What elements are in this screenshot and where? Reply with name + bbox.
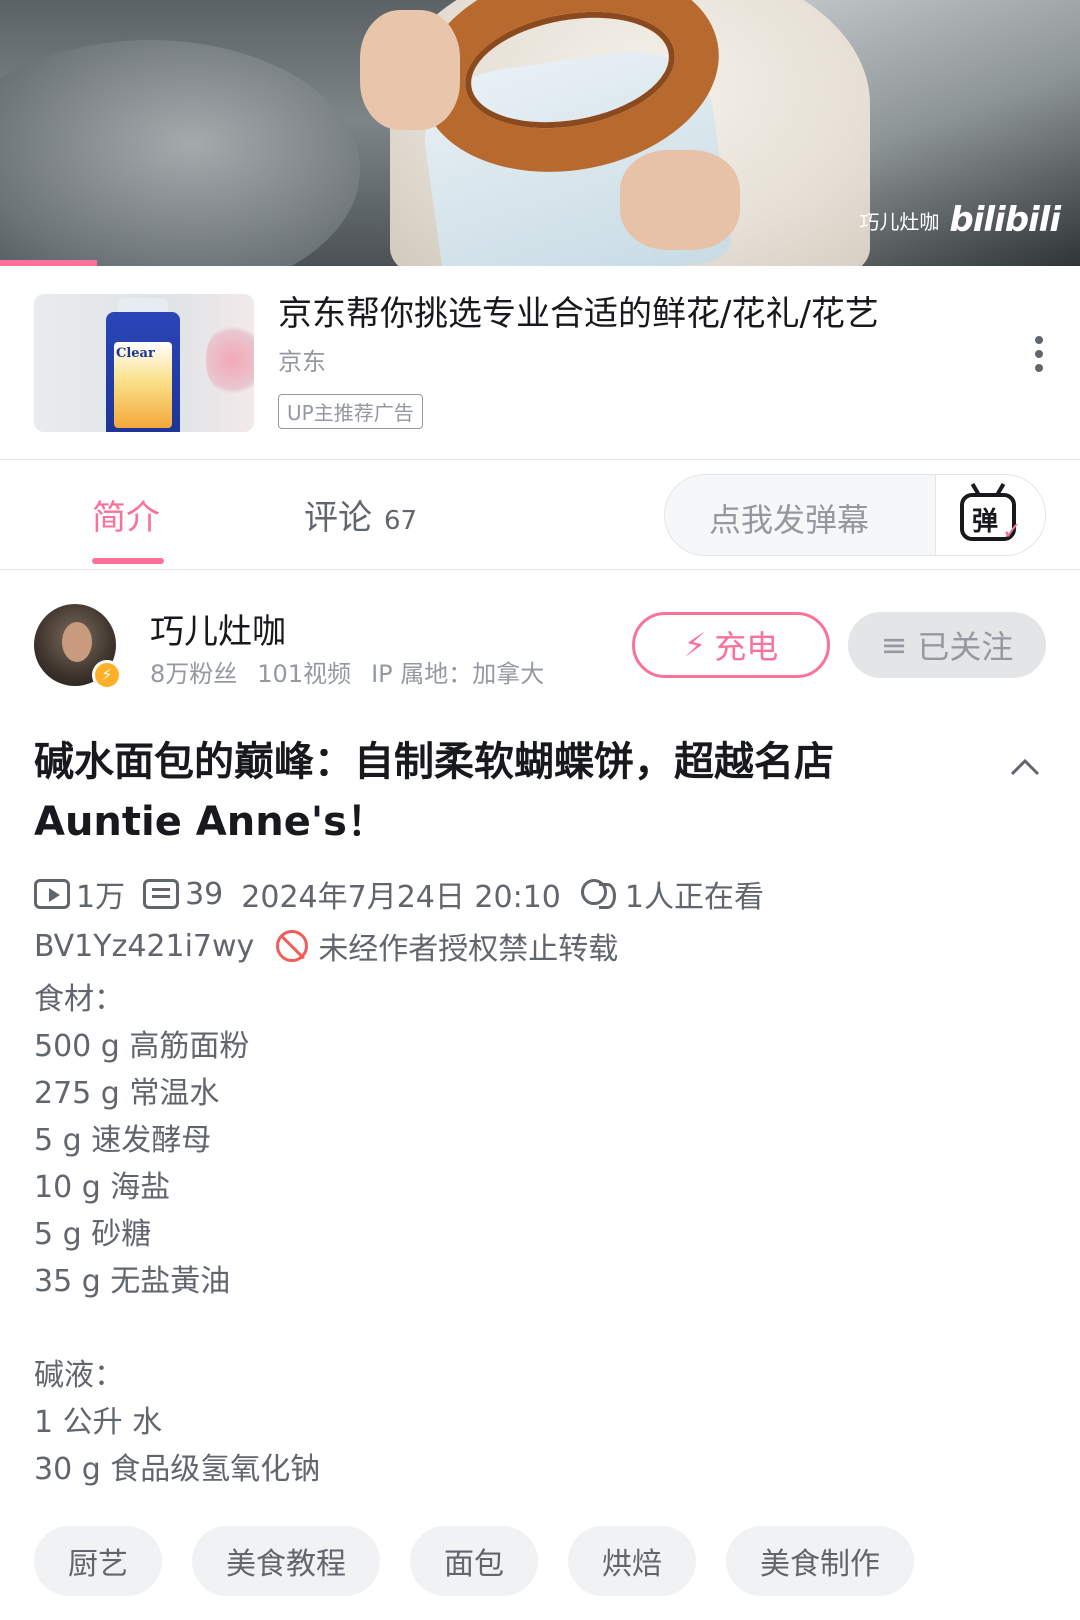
no-repost-notice: 未经作者授权禁止转载 — [276, 924, 618, 968]
watching-now: 1人正在看 — [579, 872, 764, 916]
comments-count: 67 — [384, 506, 418, 536]
description-line: 275 g 常温水 — [34, 1076, 220, 1111]
danmaku-count-value: 39 — [185, 876, 224, 912]
tab-intro[interactable]: 简介 — [92, 490, 164, 564]
description-line: 500 g 高筋面粉 — [34, 1029, 250, 1064]
tab-intro-label: 简介 — [92, 498, 160, 538]
uploader-fans: 8万粉丝 — [150, 660, 238, 688]
danmaku-toggle-button[interactable]: 弹 ✓ — [935, 475, 1045, 555]
uploader-name[interactable]: 巧儿灶咖 — [150, 604, 286, 653]
description-line: 碱液： — [34, 1358, 124, 1393]
ad-thumbnail[interactable]: Clear — [34, 294, 254, 432]
ad-thumbnail-text: Clear — [116, 346, 155, 361]
uploader-videos: 101视频 — [257, 660, 352, 688]
description-line: 5 g 砂糖 — [34, 1217, 152, 1252]
uploader-meta: 8万粉丝 101视频 IP 属地：加拿大 — [150, 654, 544, 689]
danmaku-count: 39 — [143, 877, 223, 912]
tab-comments[interactable]: 评论 67 — [304, 490, 417, 539]
tag-chip[interactable]: 烘焙 — [568, 1526, 696, 1596]
bilibili-logo: bilibili — [949, 200, 1061, 240]
tag-chip[interactable]: 美食制作 — [726, 1526, 914, 1596]
video-title: 碱水面包的巅峰：自制柔软蝴蝶饼，超越名店 Auntie Anne's！ — [34, 739, 834, 845]
video-stats: 1万 39 2024年7月24日 20:10 1人正在看 — [34, 872, 764, 916]
description-line: 35 g 无盐黃油 — [34, 1264, 231, 1299]
description-line: 食材： — [34, 982, 124, 1017]
video-player[interactable]: 巧儿灶咖 bilibili — [0, 0, 1080, 266]
danmaku-icon-char: 弹 — [972, 507, 999, 537]
ad-tag: UP主推荐广告 — [278, 394, 423, 429]
watermark-uploader: 巧儿灶咖 — [859, 209, 940, 234]
forbidden-icon — [276, 930, 309, 962]
people-icon — [579, 879, 619, 909]
flowers-shape — [206, 320, 254, 400]
play-count-icon — [34, 879, 70, 909]
avatar-face-shape — [62, 622, 92, 662]
description-line: 30 g 食品级氢氧化钠 — [34, 1452, 321, 1487]
danmaku-tv-icon: 弹 ✓ — [960, 482, 1022, 545]
description-line: 1 公升 水 — [34, 1405, 163, 1440]
tag-list: 厨艺 美食教程 面包 烘焙 美食制作 — [34, 1526, 914, 1596]
publish-date: 2024年7月24日 20:10 — [241, 880, 561, 915]
follow-label: 已关注 — [917, 628, 1014, 666]
charge-button[interactable]: ⚡ 充电 — [632, 612, 830, 678]
video-description: 食材： 500 g 高筋面粉 275 g 常温水 5 g 速发酵母 10 g 海… — [34, 976, 320, 1493]
tag-chip[interactable]: 面包 — [410, 1526, 538, 1596]
uploader-row: ⚡ 巧儿灶咖 8万粉丝 101视频 IP 属地：加拿大 ⚡ 充电 ≡ 已关注 — [0, 570, 1080, 700]
tag-chip[interactable]: 厨艺 — [34, 1526, 162, 1596]
danmaku-count-icon — [143, 879, 180, 909]
check-icon: ✓ — [1001, 517, 1022, 545]
lightning-icon: ⚡ — [683, 626, 707, 664]
description-line: 10 g 海盐 — [34, 1170, 171, 1205]
video-watermark: 巧儿灶咖 bilibili — [859, 200, 1061, 240]
ad-brand: 京东 — [278, 348, 326, 376]
uploader-ip: IP 属地：加拿大 — [371, 660, 545, 688]
more-vertical-icon[interactable] — [1034, 336, 1044, 372]
video-frame-hand — [620, 150, 740, 250]
ad-card[interactable]: Clear 京东帮你挑选专业合适的鲜花/花礼/花艺 京东 UP主推荐广告 — [0, 266, 1080, 460]
tag-chip[interactable]: 美食教程 — [192, 1526, 380, 1596]
watching-now-value: 1人正在看 — [624, 880, 764, 915]
follow-button[interactable]: ≡ 已关注 — [848, 612, 1046, 678]
no-repost-text: 未经作者授权禁止转载 — [318, 932, 619, 967]
tab-bar: 简介 评论 67 点我发弹幕 弹 ✓ — [0, 460, 1080, 570]
bvid[interactable]: BV1Yz421i7wy — [34, 929, 254, 964]
tab-comments-label: 评论 — [304, 498, 372, 538]
lightning-icon: ⚡ — [92, 660, 122, 690]
charge-label: 充电 — [714, 628, 779, 666]
view-count-value: 1万 — [76, 880, 126, 915]
ad-title[interactable]: 京东帮你挑选专业合适的鲜花/花礼/花艺 — [278, 286, 879, 335]
danmaku-input[interactable]: 点我发弹幕 — [709, 495, 869, 541]
description-line: 5 g 速发酵母 — [34, 1123, 212, 1158]
chevron-up-icon[interactable] — [1010, 752, 1040, 782]
description-line — [34, 1305, 320, 1352]
danmaku-bar[interactable]: 点我发弹幕 弹 ✓ — [664, 474, 1046, 556]
video-frame-hand — [360, 10, 460, 130]
tab-active-indicator — [92, 558, 164, 564]
video-frame-seat — [0, 40, 360, 266]
bvid-row: BV1Yz421i7wy 未经作者授权禁止转载 — [34, 924, 618, 968]
view-count: 1万 — [34, 872, 125, 916]
menu-icon: ≡ — [880, 626, 908, 664]
